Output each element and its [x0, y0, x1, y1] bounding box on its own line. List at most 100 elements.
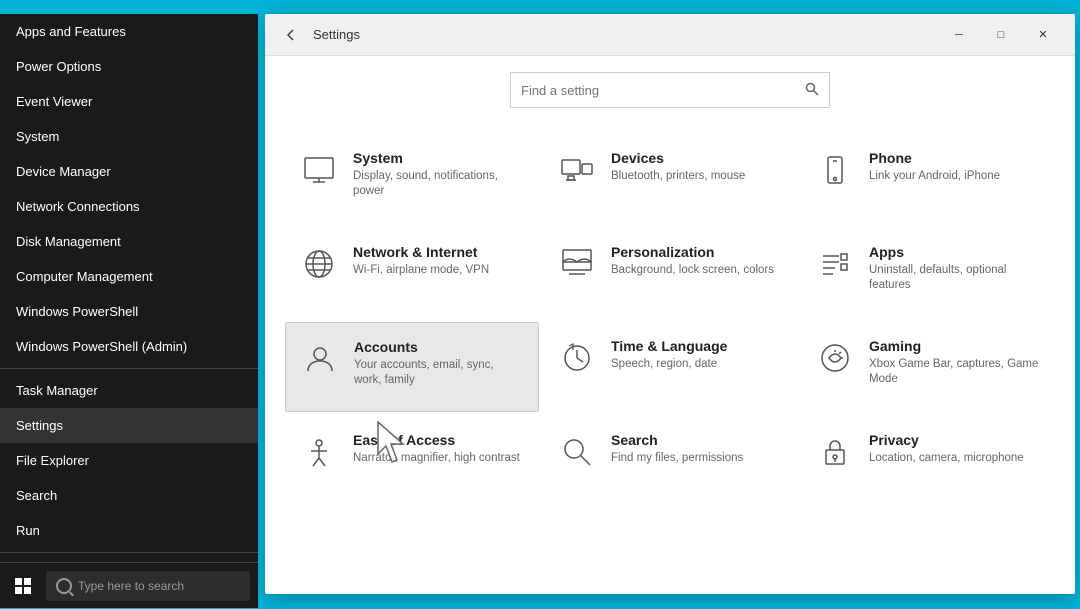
- tile-accounts-subtitle: Your accounts, email, sync, work, family: [354, 358, 524, 388]
- tile-devices[interactable]: Devices Bluetooth, printers, mouse: [543, 134, 797, 224]
- taskbar: Type here to search: [0, 562, 258, 608]
- search-icon: [56, 578, 72, 594]
- maximize-button[interactable]: □: [981, 20, 1021, 50]
- close-icon: ✕: [1038, 28, 1047, 41]
- tile-privacy-subtitle: Location, camera, microphone: [869, 451, 1041, 466]
- tile-ease-subtitle: Narrator, magnifier, high contrast: [353, 451, 525, 466]
- sidebar-item-task-manager[interactable]: Task Manager: [0, 373, 258, 408]
- tile-apps[interactable]: Apps Uninstall, defaults, optional featu…: [801, 228, 1055, 318]
- tile-accounts-title: Accounts: [354, 339, 524, 355]
- settings-search-input[interactable]: [521, 83, 805, 98]
- tile-network[interactable]: Network & Internet Wi-Fi, airplane mode,…: [285, 228, 539, 318]
- tile-gaming-title: Gaming: [869, 338, 1041, 354]
- tile-phone-title: Phone: [869, 150, 1041, 166]
- settings-search-area: [265, 56, 1075, 124]
- tile-search-title: Search: [611, 432, 783, 448]
- sidebar-item-device-manager[interactable]: Device Manager: [0, 154, 258, 189]
- tile-network-subtitle: Wi-Fi, airplane mode, VPN: [353, 263, 525, 278]
- tile-time-language[interactable]: Time & Language Speech, region, date: [543, 322, 797, 412]
- tile-accounts-text: Accounts Your accounts, email, sync, wor…: [354, 339, 524, 388]
- sidebar-item-system[interactable]: System: [0, 119, 258, 154]
- window-controls: ─ □ ✕: [939, 20, 1063, 50]
- start-button[interactable]: [0, 563, 46, 609]
- tile-ease-title: Ease of Access: [353, 432, 525, 448]
- settings-search-box[interactable]: [510, 72, 830, 108]
- menu-item-label: Task Manager: [16, 383, 98, 398]
- settings-search-icon: [805, 82, 819, 99]
- menu-item-label: Disk Management: [16, 234, 121, 249]
- menu-item-label: Power Options: [16, 59, 101, 74]
- tile-gaming[interactable]: Gaming Xbox Game Bar, captures, Game Mod…: [801, 322, 1055, 412]
- tile-apps-text: Apps Uninstall, defaults, optional featu…: [869, 244, 1041, 293]
- sidebar-item-settings[interactable]: Settings: [0, 408, 258, 443]
- tile-system-title: System: [353, 150, 525, 166]
- sidebar-item-disk-management[interactable]: Disk Management: [0, 224, 258, 259]
- close-button[interactable]: ✕: [1023, 20, 1063, 50]
- maximize-icon: □: [998, 29, 1005, 41]
- tile-system[interactable]: System Display, sound, notifications, po…: [285, 134, 539, 224]
- devices-icon: [557, 150, 597, 190]
- tile-phone[interactable]: Phone Link your Android, iPhone: [801, 134, 1055, 224]
- tile-devices-text: Devices Bluetooth, printers, mouse: [611, 150, 783, 184]
- tile-search-text: Search Find my files, permissions: [611, 432, 783, 466]
- tile-gaming-text: Gaming Xbox Game Bar, captures, Game Mod…: [869, 338, 1041, 387]
- sidebar-item-run[interactable]: Run: [0, 513, 258, 548]
- sidebar-item-windows-powershell[interactable]: Windows PowerShell: [0, 294, 258, 329]
- tile-time-title: Time & Language: [611, 338, 783, 354]
- tile-personalization-subtitle: Background, lock screen, colors: [611, 263, 783, 278]
- sidebar-item-computer-management[interactable]: Computer Management: [0, 259, 258, 294]
- window-titlebar: Settings ─ □ ✕: [265, 14, 1075, 56]
- search-tile-icon: [557, 432, 597, 472]
- sidebar-item-search[interactable]: Search: [0, 478, 258, 513]
- ease-of-access-icon: [299, 432, 339, 472]
- sidebar-item-event-viewer[interactable]: Event Viewer: [0, 84, 258, 119]
- back-button[interactable]: [277, 21, 305, 49]
- menu-divider: [0, 368, 258, 369]
- menu-item-label: Windows PowerShell: [16, 304, 138, 319]
- menu-item-label: Device Manager: [16, 164, 111, 179]
- tile-search-subtitle: Find my files, permissions: [611, 451, 783, 466]
- window-title: Settings: [313, 27, 360, 42]
- tile-devices-title: Devices: [611, 150, 783, 166]
- tile-search[interactable]: Search Find my files, permissions: [543, 416, 797, 506]
- minimize-button[interactable]: ─: [939, 20, 979, 50]
- system-icon: [299, 150, 339, 190]
- tile-network-title: Network & Internet: [353, 244, 525, 260]
- tile-personalization-title: Personalization: [611, 244, 783, 260]
- tile-privacy-text: Privacy Location, camera, microphone: [869, 432, 1041, 466]
- menu-item-label: Settings: [16, 418, 63, 433]
- menu-item-label: Computer Management: [16, 269, 153, 284]
- tile-ease-of-access[interactable]: Ease of Access Narrator, magnifier, high…: [285, 416, 539, 506]
- tile-gaming-subtitle: Xbox Game Bar, captures, Game Mode: [869, 357, 1041, 387]
- menu-divider-2: [0, 552, 258, 553]
- menu-item-label: Event Viewer: [16, 94, 92, 109]
- time-icon: [557, 338, 597, 378]
- settings-window: Settings ─ □ ✕: [265, 14, 1075, 594]
- tile-system-subtitle: Display, sound, notifications, power: [353, 169, 525, 199]
- tile-phone-subtitle: Link your Android, iPhone: [869, 169, 1041, 184]
- sidebar-item-network-connections[interactable]: Network Connections: [0, 189, 258, 224]
- taskbar-search-placeholder: Type here to search: [78, 579, 184, 593]
- network-icon: [299, 244, 339, 284]
- accounts-icon: [300, 339, 340, 379]
- taskbar-search-box[interactable]: Type here to search: [46, 571, 250, 601]
- start-menu: Apps and Features Power Options Event Vi…: [0, 14, 258, 608]
- menu-item-label: System: [16, 129, 59, 144]
- tile-personalization[interactable]: Personalization Background, lock screen,…: [543, 228, 797, 318]
- sidebar-item-apps-features[interactable]: Apps and Features: [0, 14, 258, 49]
- phone-icon: [815, 150, 855, 190]
- sidebar-item-file-explorer[interactable]: File Explorer: [0, 443, 258, 478]
- gaming-icon: [815, 338, 855, 378]
- tile-apps-title: Apps: [869, 244, 1041, 260]
- sidebar-item-windows-powershell-admin[interactable]: Windows PowerShell (Admin): [0, 329, 258, 364]
- menu-item-label: Apps and Features: [16, 24, 126, 39]
- sidebar-item-power-options[interactable]: Power Options: [0, 49, 258, 84]
- tile-accounts[interactable]: Accounts Your accounts, email, sync, wor…: [285, 322, 539, 412]
- minimize-icon: ─: [955, 29, 963, 41]
- menu-item-label: Network Connections: [16, 199, 140, 214]
- tile-time-subtitle: Speech, region, date: [611, 357, 783, 372]
- tile-privacy-title: Privacy: [869, 432, 1041, 448]
- menu-item-label: Run: [16, 523, 40, 538]
- menu-item-label: File Explorer: [16, 453, 89, 468]
- tile-privacy[interactable]: Privacy Location, camera, microphone: [801, 416, 1055, 506]
